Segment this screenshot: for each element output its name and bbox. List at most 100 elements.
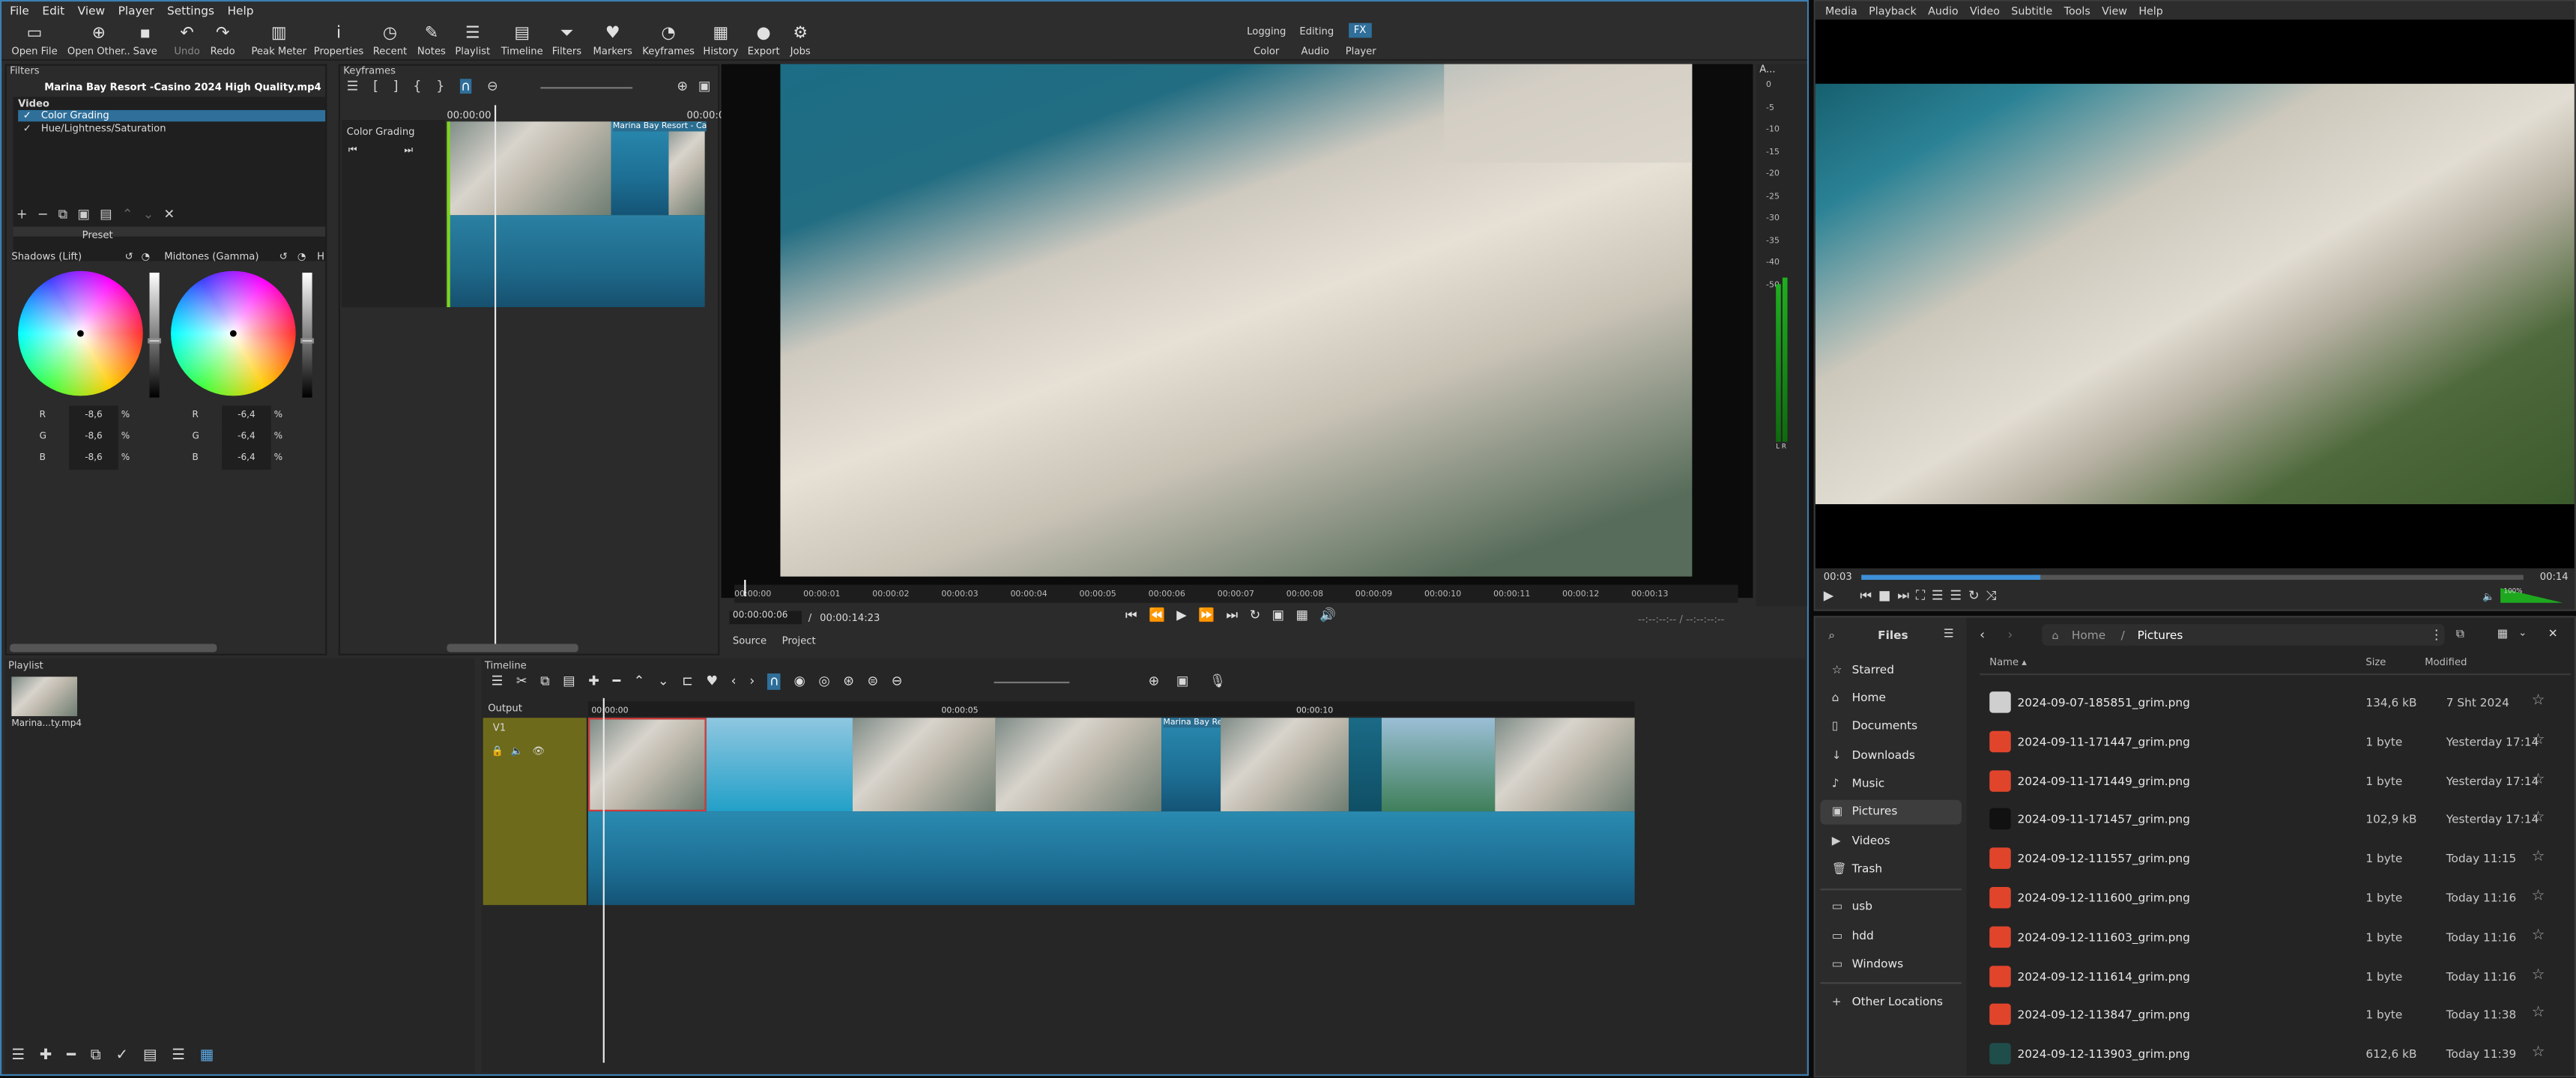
midtones-r-field[interactable]: -6,4: [222, 405, 271, 428]
peak-meter-button[interactable]: ▥ Peak Meter: [251, 22, 306, 58]
filters-scrollbar[interactable]: [10, 644, 217, 652]
player-viewport[interactable]: [721, 64, 1753, 599]
volume-icon[interactable]: 🔈: [2482, 591, 2494, 602]
copy-filter-icon[interactable]: ⧉: [58, 207, 68, 223]
search-icon[interactable]: ⌕: [1828, 629, 1835, 644]
layout-audio[interactable]: Audio: [1301, 46, 1329, 57]
keyframes-playhead[interactable]: [494, 105, 497, 647]
star-icon[interactable]: ☆: [2532, 927, 2545, 944]
save-button[interactable]: ▪ Save: [133, 22, 157, 58]
menu-help[interactable]: Help: [228, 5, 254, 19]
file-row[interactable]: 2024-09-11-171457_grim.png 102,9 kB Yester…: [1985, 801, 2568, 838]
recent-button[interactable]: ◷ Recent: [373, 22, 407, 58]
rewind-icon[interactable]: ⏪: [1149, 608, 1165, 624]
file-row[interactable]: 2024-09-12-111614_grim.png 1 byte Today 11…: [1985, 957, 2568, 994]
details-view-icon[interactable]: ▤: [143, 1048, 157, 1065]
zoom-slider[interactable]: [994, 681, 1070, 684]
tab-source[interactable]: Source: [733, 636, 767, 647]
sidebar-item-windows[interactable]: ▭ Windows: [1832, 957, 1903, 971]
layout-color[interactable]: Color: [1254, 46, 1279, 57]
playlist-item-label[interactable]: Marina...ty.mp4: [11, 719, 82, 729]
list-view-icon[interactable]: ☰: [172, 1048, 185, 1065]
add-icon[interactable]: ✚: [40, 1048, 52, 1065]
sidebar-item-videos[interactable]: ▶ Videos: [1832, 835, 1890, 848]
wheel-cursor[interactable]: [229, 330, 237, 337]
track-header-v1[interactable]: V1 🔒 🔈 👁: [483, 718, 587, 906]
fullscreen-icon[interactable]: ⛶: [1916, 588, 1925, 605]
reset-icon[interactable]: ↺: [279, 251, 288, 262]
open-file-button[interactable]: ▭ Open File: [11, 22, 57, 58]
open-other-button[interactable]: ⊕ Open Other..: [67, 22, 130, 58]
timeline-button[interactable]: ▤ Timeline: [501, 22, 543, 58]
star-icon[interactable]: ☆: [2532, 693, 2545, 709]
breadcrumb-home[interactable]: Home: [2072, 629, 2105, 643]
notes-button[interactable]: ✎ Notes: [417, 22, 446, 58]
vlc-menu-tools[interactable]: Tools: [2064, 4, 2090, 17]
file-row[interactable]: 2024-09-12-113847_grim.png 1 byte Today 11…: [1985, 996, 2568, 1034]
move-up-icon[interactable]: ⌃: [122, 207, 133, 223]
player-playhead[interactable]: [744, 579, 746, 596]
star-icon[interactable]: ☆: [2532, 1045, 2545, 1062]
move-down-icon[interactable]: ⌄: [143, 207, 154, 223]
next-keyframe-icon[interactable]: }: [436, 79, 444, 94]
zoom-out-icon[interactable]: ⊖: [487, 79, 498, 94]
shadows-b-field[interactable]: -8,6: [69, 448, 118, 470]
star-icon[interactable]: ☆: [2532, 888, 2545, 905]
timeline-clip[interactable]: [1381, 718, 1496, 812]
timeline-clip[interactable]: [1349, 718, 1382, 812]
view-toggle-icon[interactable]: ▦: [2497, 628, 2509, 641]
next-icon[interactable]: ⏭: [404, 145, 413, 158]
menu-icon[interactable]: ☰: [1944, 628, 1954, 641]
star-icon[interactable]: ☆: [2532, 1006, 2545, 1023]
sidebar-item-hdd[interactable]: ▭ hdd: [1832, 930, 1874, 943]
timeline-clip[interactable]: [995, 718, 1162, 812]
ripple-markers-icon[interactable]: ⊜: [867, 673, 878, 690]
timeline-clip[interactable]: [706, 718, 853, 812]
filters-button[interactable]: ⏷ Filters: [552, 22, 581, 58]
file-row[interactable]: 2024-09-12-113903_grim.png 612,6 kB Today …: [1985, 1035, 2568, 1073]
paste-icon[interactable]: ▤: [563, 673, 575, 690]
shadows-r-field[interactable]: -8,6: [69, 405, 118, 428]
remove-icon[interactable]: ━: [613, 673, 621, 690]
chevron-down-icon[interactable]: ⌄: [2518, 628, 2527, 639]
shadows-luma-slider[interactable]: [149, 272, 160, 398]
file-row[interactable]: 2024-09-12-111557_grim.png 1 byte Today 11…: [1985, 840, 2568, 877]
keyframe-icon[interactable]: ◔: [142, 251, 151, 262]
playlist-icon[interactable]: ☰: [1950, 588, 1962, 605]
export-button[interactable]: ● Export: [748, 22, 780, 58]
midtones-g-field[interactable]: -6,4: [222, 427, 271, 449]
markers-button[interactable]: ♥ Markers: [593, 22, 632, 58]
menu-edit[interactable]: Edit: [42, 5, 64, 19]
sidebar-item-documents[interactable]: ▯ Documents: [1832, 719, 1917, 733]
save-preset-icon[interactable]: ▤: [100, 207, 112, 223]
zoom-fit-icon[interactable]: ▣: [698, 79, 711, 94]
play-icon[interactable]: ▶: [1824, 588, 1833, 605]
properties-button[interactable]: ⅰ Properties: [314, 22, 363, 58]
timeline-playhead[interactable]: [602, 697, 605, 1063]
timeline-clip[interactable]: [852, 718, 996, 812]
remove-filter-icon[interactable]: −: [37, 207, 49, 223]
prev-icon[interactable]: ⏮: [348, 145, 357, 158]
eye-icon[interactable]: 👁: [532, 745, 545, 757]
vlc-menu-view[interactable]: View: [2102, 4, 2127, 17]
shuffle-icon[interactable]: ⤨: [1986, 588, 1996, 605]
sidebar-item-home[interactable]: ⌂ Home: [1832, 691, 1886, 705]
star-icon[interactable]: ☆: [2532, 772, 2545, 788]
lock-icon[interactable]: 🔒: [492, 745, 504, 757]
midtones-luma-slider[interactable]: [302, 272, 312, 398]
menu-settings[interactable]: Settings: [167, 5, 214, 19]
timeline-clip[interactable]: [587, 718, 707, 812]
timeline-ruler[interactable]: 00:00:00 00:00:05 00:00:10: [587, 701, 1635, 716]
filter-item-hue[interactable]: Hue/Lightness/Saturation: [41, 123, 166, 134]
star-icon[interactable]: ☆: [2532, 811, 2545, 827]
player-ruler[interactable]: 00:00:00 00:00:01 00:00:02 00:00:03 00:0…: [734, 579, 1738, 603]
set-in-icon[interactable]: [: [373, 79, 378, 94]
star-icon[interactable]: ☆: [2532, 732, 2545, 748]
zoom-slider[interactable]: [540, 87, 633, 89]
ripple-icon[interactable]: ◎: [818, 673, 829, 690]
set-out-icon[interactable]: ]: [393, 79, 399, 94]
play-icon[interactable]: ▶: [1176, 608, 1186, 624]
menu-icon[interactable]: ☰: [11, 1048, 25, 1065]
breadcrumb-pictures[interactable]: Pictures: [2138, 629, 2183, 643]
remove-icon[interactable]: ━: [67, 1048, 76, 1065]
